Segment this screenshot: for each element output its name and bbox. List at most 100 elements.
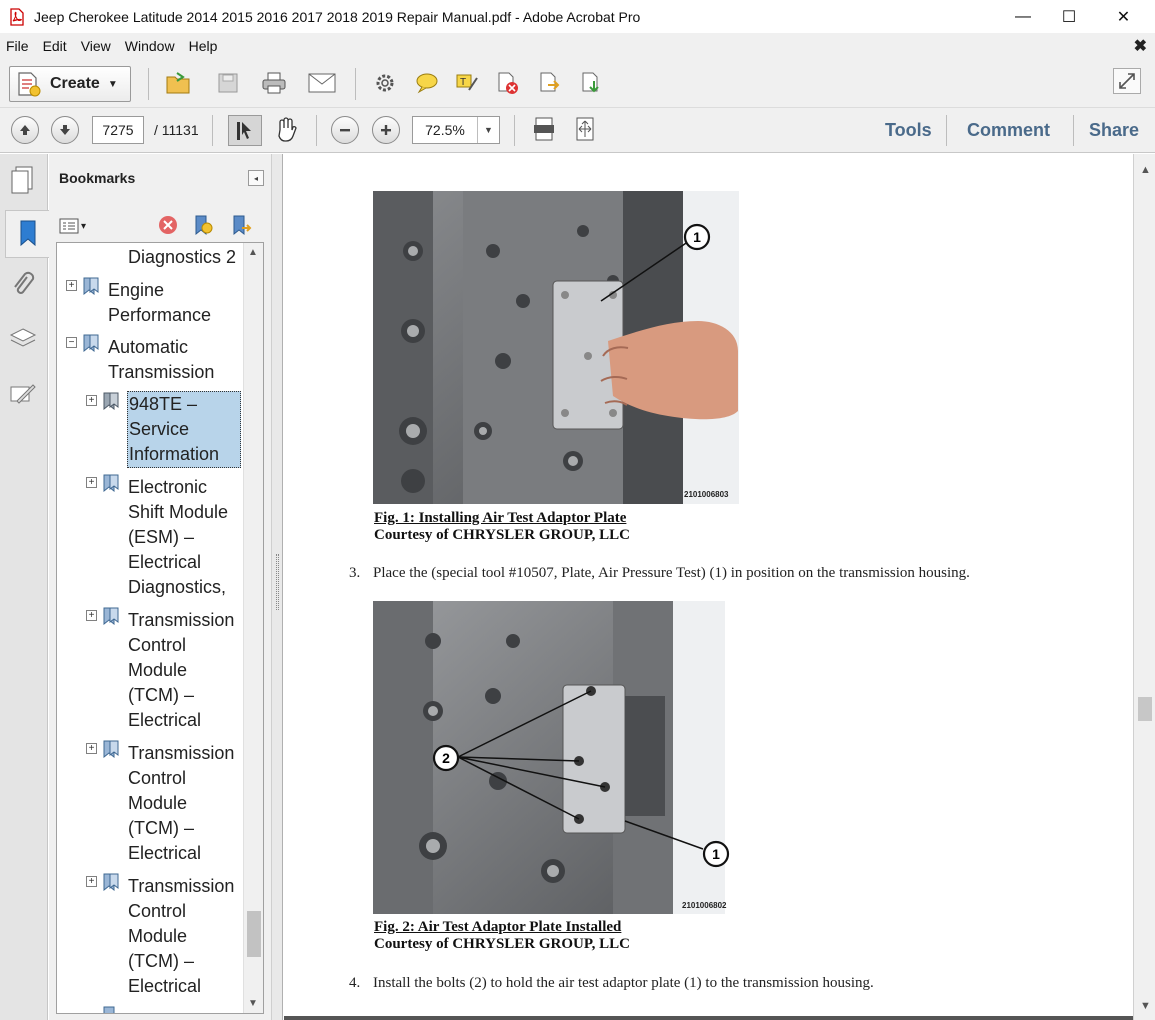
document-scrollbar[interactable]: ▲ ▼ <box>1133 154 1155 1020</box>
tools-link[interactable]: Tools <box>885 120 932 141</box>
bookmark-item[interactable]: Diagnostics 2 <box>128 245 243 270</box>
callout-1-label: 1 <box>693 229 701 245</box>
bookmark-icon <box>103 607 119 625</box>
create-button[interactable]: Create ▼ <box>9 66 131 102</box>
layers-icon[interactable] <box>5 320 41 360</box>
close-window-button[interactable]: ✕ <box>1092 0 1155 33</box>
scroll-up-icon[interactable]: ▲ <box>1140 164 1151 176</box>
step-4: 4. Install the bolts (2) to hold the air … <box>349 975 874 992</box>
options-menu-button[interactable]: ▾ <box>59 216 91 236</box>
collapse-panel-button[interactable]: ◂ <box>248 170 264 186</box>
attachments-icon[interactable] <box>5 266 41 306</box>
bookmark-item[interactable]: Electronic Shift Module (ESM) – Electric… <box>128 475 242 600</box>
navigation-pane-rail <box>0 154 49 1020</box>
chevron-down-icon: ▼ <box>107 78 118 90</box>
menu-edit[interactable]: Edit <box>36 38 74 54</box>
create-pdf-icon <box>16 70 42 98</box>
expand-toggle[interactable]: + <box>86 395 97 406</box>
step-3-number: 3. <box>349 565 361 581</box>
comment-link[interactable]: Comment <box>967 120 1050 141</box>
page-number-input[interactable]: 7275 <box>92 116 144 144</box>
callout-circle: 1 <box>702 840 730 868</box>
bookmark-item-selected[interactable]: 948TE – Service Information <box>127 391 241 468</box>
step-4-number: 4. <box>349 975 361 991</box>
delete-page-icon[interactable] <box>494 70 522 96</box>
figure-1-code: 2101006803 <box>684 490 729 499</box>
signatures-icon[interactable] <box>5 374 41 414</box>
scroll-down-icon[interactable]: ▼ <box>248 998 258 1009</box>
maximize-button[interactable]: ☐ <box>1046 0 1092 33</box>
zoom-level-select[interactable]: 72.5% ▼ <box>412 116 500 144</box>
bookmark-icon <box>103 873 119 891</box>
chevron-down-icon: ▾ <box>81 220 87 232</box>
arrow-up-icon <box>20 125 30 135</box>
print-icon[interactable] <box>260 70 288 96</box>
bookmarks-panel: Bookmarks ◂ ▾ Diagnostics 2 + Engine Per… <box>49 154 271 1020</box>
bookmark-item[interactable]: Automatic Transmission <box>108 335 238 385</box>
insert-page-icon[interactable] <box>578 70 606 96</box>
bookmark-icon <box>83 334 99 352</box>
minimize-button[interactable]: — <box>1000 0 1046 33</box>
extract-page-icon[interactable] <box>536 70 564 96</box>
options-list-icon <box>59 218 79 234</box>
chevron-down-icon[interactable]: ▼ <box>477 117 499 143</box>
bookmarks-scrollbar[interactable]: ▲ ▼ <box>243 243 263 1013</box>
menu-view[interactable]: View <box>74 38 118 54</box>
expand-toggle[interactable]: + <box>86 876 97 887</box>
delete-bookmark-icon[interactable] <box>157 214 179 239</box>
figure-2-photo <box>373 601 725 914</box>
open-folder-icon[interactable] <box>165 70 193 96</box>
scroll-down-icon[interactable]: ▼ <box>1140 1000 1151 1012</box>
scrollbar-thumb[interactable] <box>1138 697 1152 721</box>
new-bookmark-from-structure-icon[interactable] <box>230 214 252 239</box>
bookmark-item[interactable]: Transmission Control Module (TCM) – Elec… <box>128 608 242 733</box>
figure-2-title: Fig. 2: Air Test Adaptor Plate Installed <box>374 919 622 935</box>
fit-page-icon[interactable] <box>530 116 558 142</box>
expand-toggle[interactable]: + <box>66 280 77 291</box>
bookmark-item[interactable]: Transmission Control Module (TCM) – Elec… <box>128 741 242 866</box>
main-toolbar: Create ▼ T <box>0 58 1155 108</box>
callout-circle: 2 <box>432 744 460 772</box>
hand-tool-icon[interactable] <box>272 116 300 142</box>
figure-2-code: 2101006802 <box>682 901 727 910</box>
comment-bubble-icon[interactable] <box>413 70 441 96</box>
panel-splitter[interactable] <box>271 154 283 1020</box>
acrobat-pdf-icon <box>8 7 26 26</box>
next-page-button[interactable] <box>51 116 79 144</box>
step-3: 3. Place the (special tool #10507, Plate,… <box>349 565 970 582</box>
share-link[interactable]: Share <box>1089 120 1139 141</box>
save-icon[interactable] <box>214 70 242 96</box>
email-icon[interactable] <box>308 70 336 96</box>
scrollbar-thumb[interactable] <box>247 911 261 957</box>
expand-toggle[interactable]: + <box>86 610 97 621</box>
menu-help[interactable]: Help <box>182 38 225 54</box>
bookmark-item[interactable]: Engine Performance <box>108 278 238 328</box>
collapse-toggle[interactable]: − <box>66 337 77 348</box>
bookmark-item[interactable]: Transmission Control Module (TCM) – Elec… <box>128 874 242 999</box>
bookmarks-toolbar: ▾ <box>49 212 271 240</box>
menu-window[interactable]: Window <box>118 38 182 54</box>
zoom-in-button[interactable] <box>372 116 400 144</box>
minus-icon <box>340 129 350 132</box>
expand-toggle[interactable]: + <box>86 477 97 488</box>
highlight-text-icon[interactable]: T <box>453 70 481 96</box>
expand-icon[interactable] <box>1113 68 1141 94</box>
close-document-button[interactable]: ✖ <box>1134 36 1147 56</box>
select-tool-button[interactable] <box>228 115 262 146</box>
figure-1-caption: Fig. 1: Installing Air Test Adaptor Plat… <box>374 510 630 544</box>
fit-width-icon[interactable] <box>571 116 599 142</box>
zoom-out-button[interactable] <box>331 116 359 144</box>
bookmark-icon <box>103 1006 115 1013</box>
gear-icon[interactable] <box>371 70 399 96</box>
bookmarks-panel-icon[interactable] <box>5 210 49 258</box>
new-bookmark-icon[interactable] <box>192 214 214 239</box>
bookmarks-tree[interactable]: Diagnostics 2 + Engine Performance − Aut… <box>56 242 264 1014</box>
previous-page-button[interactable] <box>11 116 39 144</box>
cursor-arrow-icon <box>237 121 251 140</box>
zoom-value: 72.5% <box>425 122 465 138</box>
menu-file[interactable]: File <box>0 38 36 54</box>
scroll-up-icon[interactable]: ▲ <box>248 247 258 258</box>
step-4-text: Install the bolts (2) to hold the air te… <box>373 975 874 991</box>
expand-toggle[interactable]: + <box>86 743 97 754</box>
page-thumbnails-icon[interactable] <box>5 160 41 200</box>
